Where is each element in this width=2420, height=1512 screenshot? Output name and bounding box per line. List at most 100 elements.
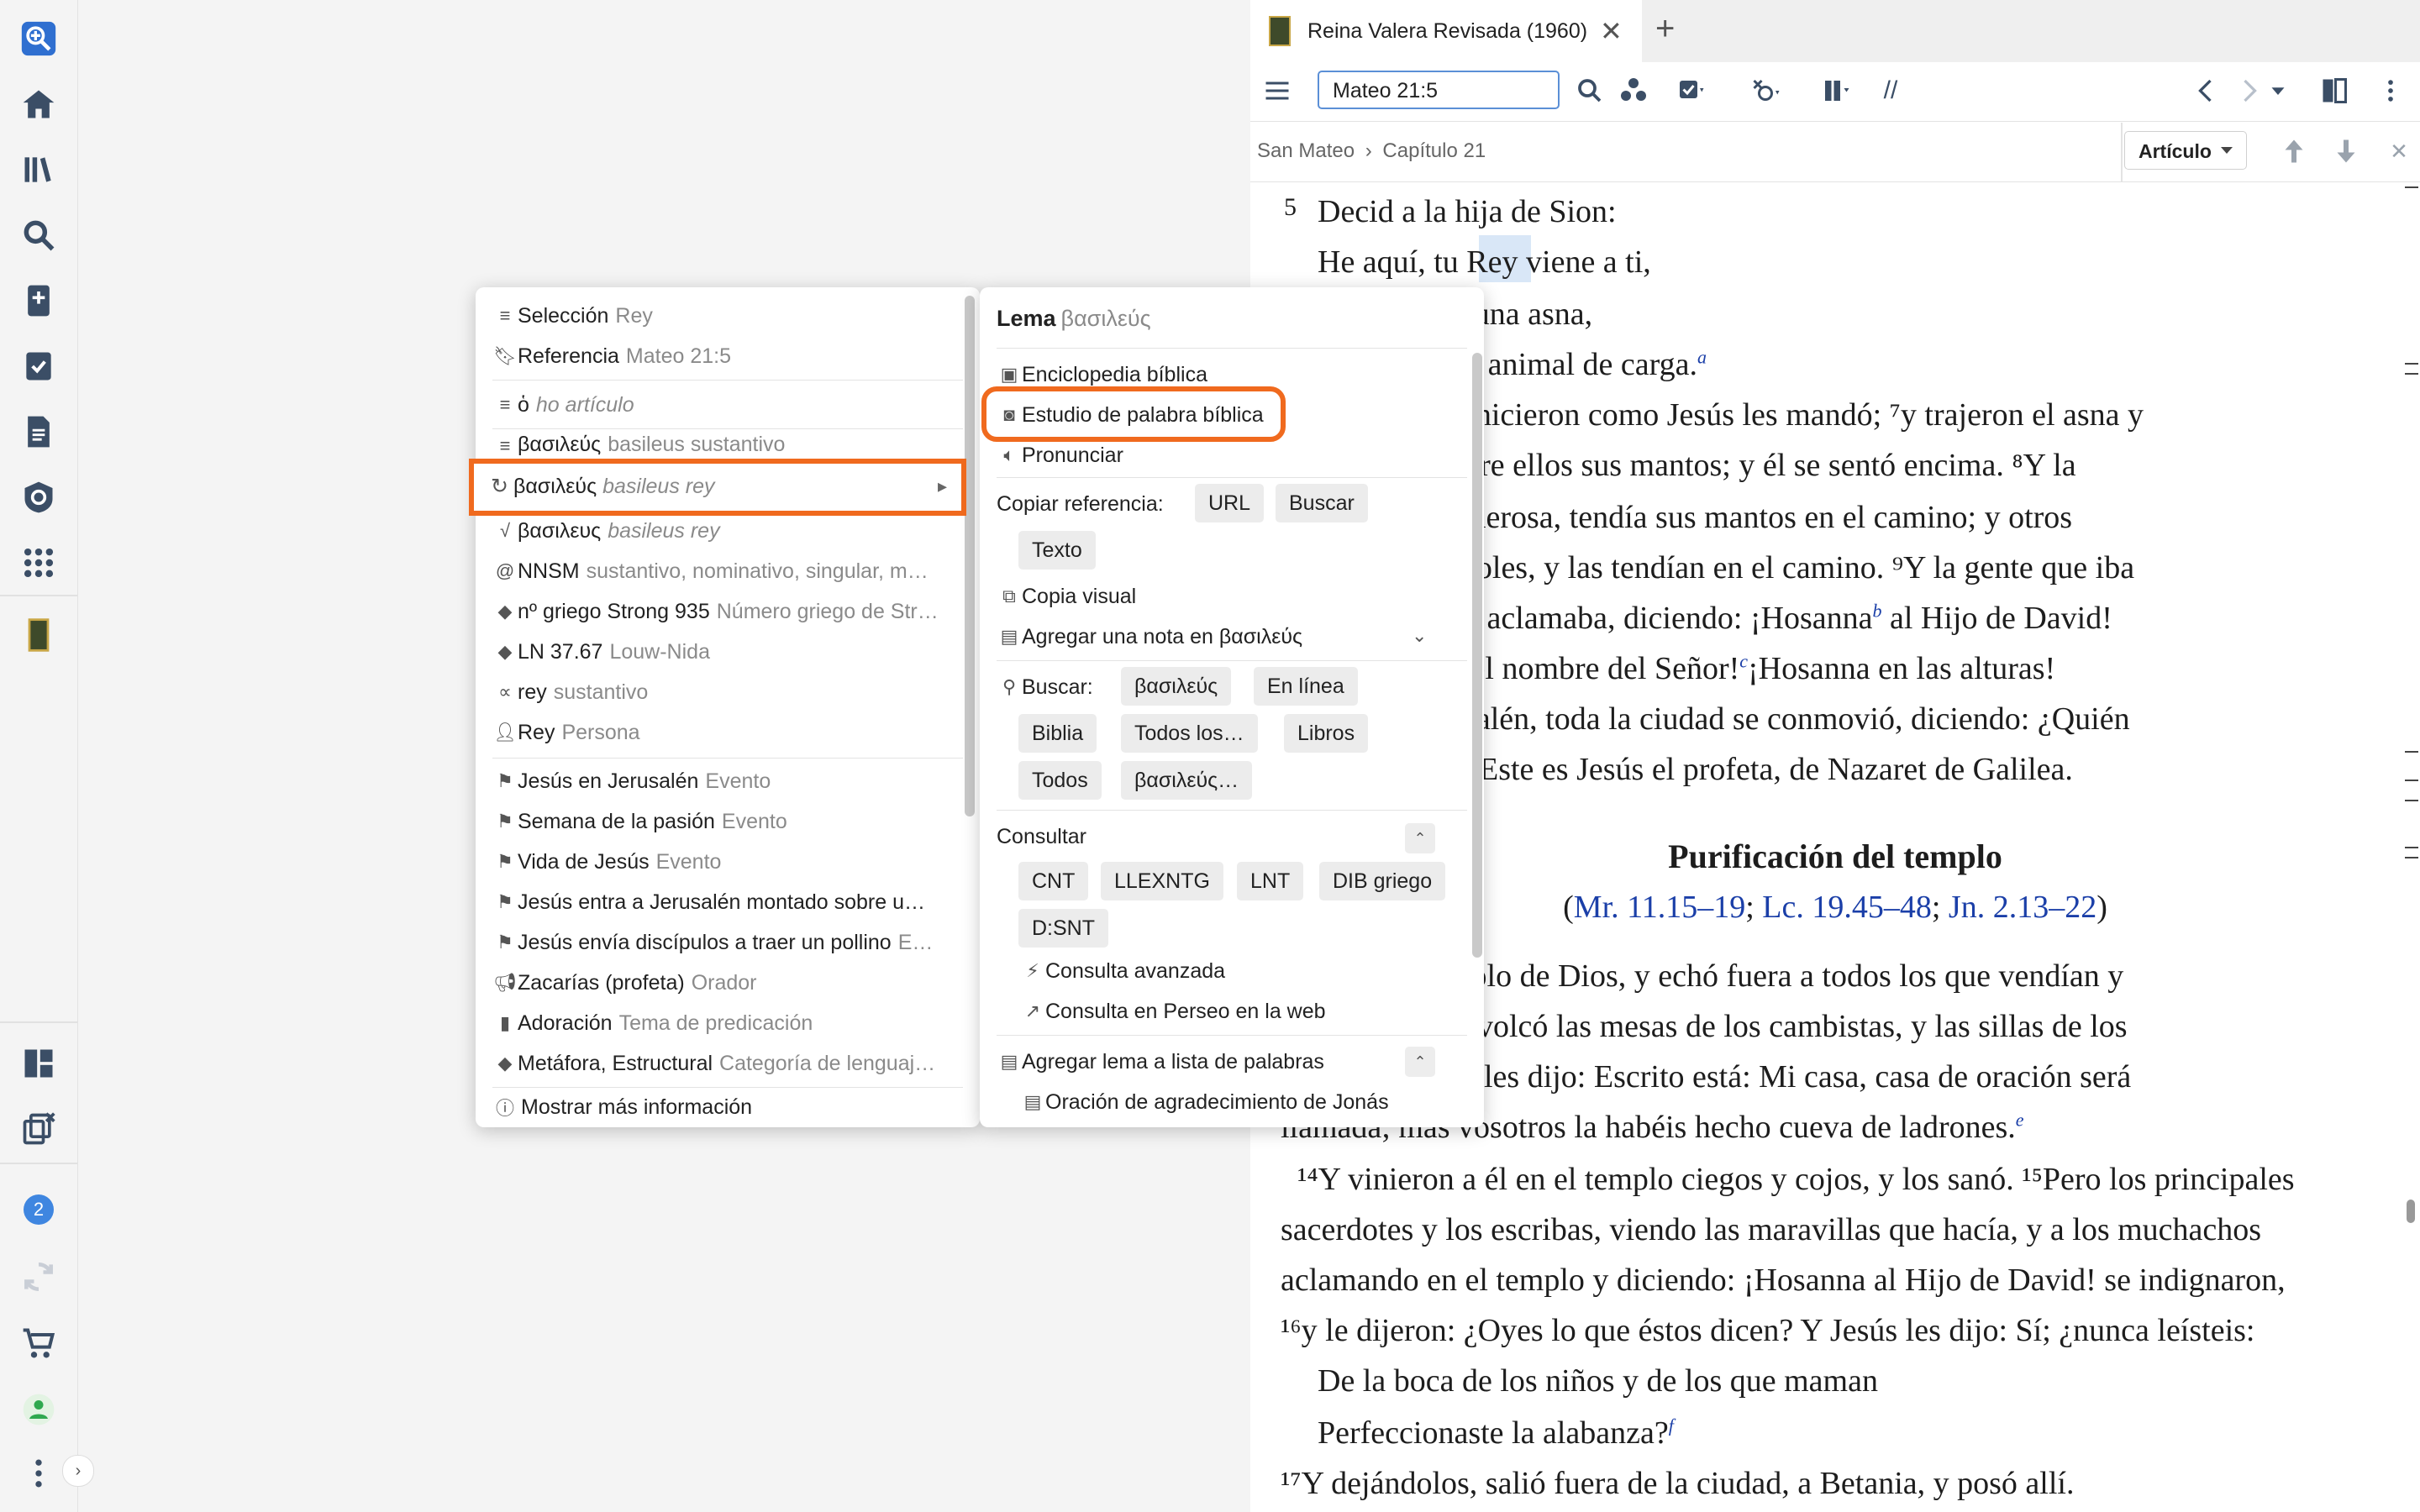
menu-item-event[interactable]: ⚑ Jesús entra a Jerusalén montado sobre u…	[492, 884, 963, 921]
split-panel-icon[interactable]	[2316, 74, 2353, 108]
reference-link[interactable]: Mr. 11.15–19	[1574, 890, 1745, 925]
menu-item-lemma-highlighted[interactable]: ↻ βασιλεύς basileus rey ▸	[469, 459, 966, 516]
layouts-icon[interactable]	[17, 1042, 60, 1085]
menu-item-referencia[interactable]: 🔖︎ Referencia Mateo 21:5	[492, 338, 963, 375]
logos-app-icon[interactable]	[17, 17, 60, 60]
footnote-marker[interactable]: f	[1669, 1415, 1674, 1436]
layout-columns-icon[interactable]	[1808, 74, 1867, 108]
back-icon[interactable]	[2190, 74, 2223, 108]
close-search-icon[interactable]: ✕	[2386, 134, 2412, 168]
menu-item-preaching-theme[interactable]: ▸▮AdoraciónTema de predicación	[492, 1005, 963, 1042]
menu-icon[interactable]	[1259, 74, 1296, 108]
menu-item-seleccion[interactable]: ≡ Selección Rey	[492, 297, 963, 334]
menu-item-speaker[interactable]: 📢︎ Zacarías (profeta) Orador	[492, 964, 963, 1001]
menu-item-event[interactable]: ⚑ Jesús en Jerusalén Evento	[492, 763, 963, 800]
document-icon[interactable]	[17, 410, 60, 454]
menu-item-agregar-lema[interactable]: ▤ Agregar lema a lista de palabras	[997, 1043, 1324, 1080]
footnote-marker[interactable]: b	[1873, 600, 1882, 621]
arrow-up-icon[interactable]	[2277, 134, 2311, 168]
inline-interlinear-icon[interactable]	[1736, 74, 1795, 108]
menu-item-consulta-perseo[interactable]: ↗ Consulta en Perseo en la web	[1020, 993, 1326, 1030]
reading-plan-icon[interactable]	[1665, 74, 1719, 108]
notification-badge[interactable]: 2	[24, 1194, 54, 1225]
close-panels-icon[interactable]	[17, 1107, 60, 1151]
lines-icon: ≡	[499, 394, 511, 415]
search-icon[interactable]	[1571, 74, 1608, 108]
user-icon[interactable]	[17, 1388, 60, 1431]
menu-scrollbar[interactable]	[1472, 353, 1482, 958]
copy-url-chip[interactable]: URL	[1195, 484, 1265, 522]
reference-link[interactable]: Lc. 19.45–48	[1762, 890, 1932, 925]
new-tab-icon[interactable]: +	[1655, 10, 1675, 48]
breadcrumb-chapter[interactable]: Capítulo 21	[1382, 139, 1486, 162]
home-icon[interactable]	[17, 82, 60, 126]
arrow-down-icon[interactable]	[2329, 134, 2363, 168]
footnote-marker[interactable]: c	[1739, 650, 1748, 671]
breadcrumb-book[interactable]: San Mateo	[1257, 139, 1355, 162]
collapse-chevron-icon[interactable]: ⌃	[1405, 1047, 1435, 1077]
parallel-resources-button[interactable]: //	[1872, 74, 1909, 108]
menu-item-lexical-form[interactable]: √ βασιλευς basileus rey	[492, 512, 963, 549]
collapse-chevron-icon[interactable]: ⌃	[1405, 823, 1435, 853]
menu-item-sustantivo[interactable]: ▾≡βασιλεύςbasileus sustantivo	[492, 430, 963, 457]
menu-item-event[interactable]: ⚑ Jesús envía discípulos a traer un polli…	[492, 924, 963, 961]
consult-dib-chip[interactable]: DIB griego	[1319, 862, 1446, 900]
search-libros-chip[interactable]: Libros	[1284, 714, 1369, 753]
menu-item-event[interactable]: ⚑ Vida de Jesús Evento	[492, 843, 963, 880]
consult-cnt-chip[interactable]: CNT	[1018, 862, 1089, 900]
consult-lnt-chip[interactable]: LNT	[1237, 862, 1304, 900]
chevron-down-icon[interactable]: ⌄	[1412, 625, 1427, 647]
menu-item-pronunciar[interactable]: 🔈︎ Pronunciar	[997, 437, 1123, 474]
tab-reina-valera[interactable]: Reina Valera Revisada (1960) ✕	[1250, 0, 1642, 62]
apps-grid-icon[interactable]	[17, 541, 60, 585]
menu-item-articulo[interactable]: ▸≡ὁho artículo	[492, 386, 963, 423]
search-basileus-more-chip[interactable]: βασιλεύς…	[1121, 761, 1253, 800]
panel-menu-icon[interactable]	[2376, 74, 2405, 108]
menu-item-morphology[interactable]: @ NNSM sustantivo, nominativo, singular, m…	[492, 553, 963, 590]
more-vertical-icon[interactable]	[17, 1452, 60, 1495]
copy-buscar-chip[interactable]: Buscar	[1276, 484, 1368, 522]
library-icon[interactable]	[17, 148, 60, 192]
menu-item-louw-nida[interactable]: ◆ LN 37.67 Louw-Nida	[492, 633, 963, 670]
text-scrollbar-thumb[interactable]	[2407, 1200, 2415, 1223]
history-dropdown-icon[interactable]	[2265, 74, 2291, 108]
menu-item-agregar-nota[interactable]: ▤ Agregar una nota en βασιλεύς	[997, 618, 1303, 655]
menu-item-consulta-avanzada[interactable]: ⚡︎ Consulta avanzada	[1020, 953, 1225, 990]
reference-input[interactable]: Mateo 21:5	[1318, 71, 1560, 109]
menu-item-figurative-language[interactable]: ◆ Metáfora, Estructural Categoría de lengu…	[492, 1045, 963, 1082]
search-todos-chip[interactable]: Todos	[1018, 761, 1102, 800]
search-basileus-chip[interactable]: βασιλεύς	[1121, 667, 1232, 706]
menu-item-person[interactable]: 👤︎ Rey Persona	[492, 714, 963, 751]
search-icon[interactable]	[17, 213, 60, 257]
search-biblia-chip[interactable]: Biblia	[1018, 714, 1097, 753]
copy-texto-chip[interactable]: Texto	[1018, 531, 1096, 570]
visual-filter-icon[interactable]	[1615, 74, 1652, 108]
reference-link[interactable]: Jn. 2.13–22	[1949, 890, 2096, 925]
external-link-icon: ↗	[1024, 1000, 1041, 1021]
consult-llexntg-chip[interactable]: LLEXNTG	[1101, 862, 1223, 900]
cart-icon[interactable]	[17, 1322, 60, 1366]
footnote-marker[interactable]: a	[1697, 346, 1707, 367]
close-tab-icon[interactable]: ✕	[1600, 15, 1623, 47]
guides-icon[interactable]	[17, 279, 60, 323]
forward-icon[interactable]	[2232, 74, 2265, 108]
bible-book-icon[interactable]	[17, 613, 60, 657]
list-icon: ▤	[1023, 1091, 1042, 1112]
menu-item-copia-visual[interactable]: ⧉ Copia visual	[997, 578, 1136, 615]
view-mode-dropdown[interactable]: Artículo	[2124, 131, 2247, 170]
menu-item-oracion-jonas[interactable]: ▤ Oración de agradecimiento de Jonás	[1020, 1084, 1389, 1121]
selected-word[interactable]: Rey	[1466, 244, 1518, 280]
show-more-info-button[interactable]: ⓘ Mostrar más información	[492, 1089, 963, 1126]
search-todos-los-chip[interactable]: Todos los…	[1121, 714, 1258, 753]
menu-item-sense[interactable]: ∝ rey sustantivo	[492, 674, 963, 711]
footnote-marker[interactable]: e	[2016, 1109, 2024, 1130]
consult-dsnt-chip[interactable]: D:SNT	[1018, 909, 1108, 948]
expand-rail-chevron-icon[interactable]: ›	[62, 1455, 94, 1487]
search-online-chip[interactable]: En línea	[1254, 667, 1358, 706]
menu-item-event[interactable]: ⚑ Semana de la pasión Evento	[492, 803, 963, 840]
menu-scrollbar[interactable]	[965, 296, 975, 816]
menu-item-strong[interactable]: ◆ nº griego Strong 935 Número griego de St…	[492, 593, 963, 630]
sync-icon[interactable]	[17, 1255, 60, 1299]
checklist-icon[interactable]	[17, 344, 60, 388]
atlas-icon[interactable]	[17, 475, 60, 519]
